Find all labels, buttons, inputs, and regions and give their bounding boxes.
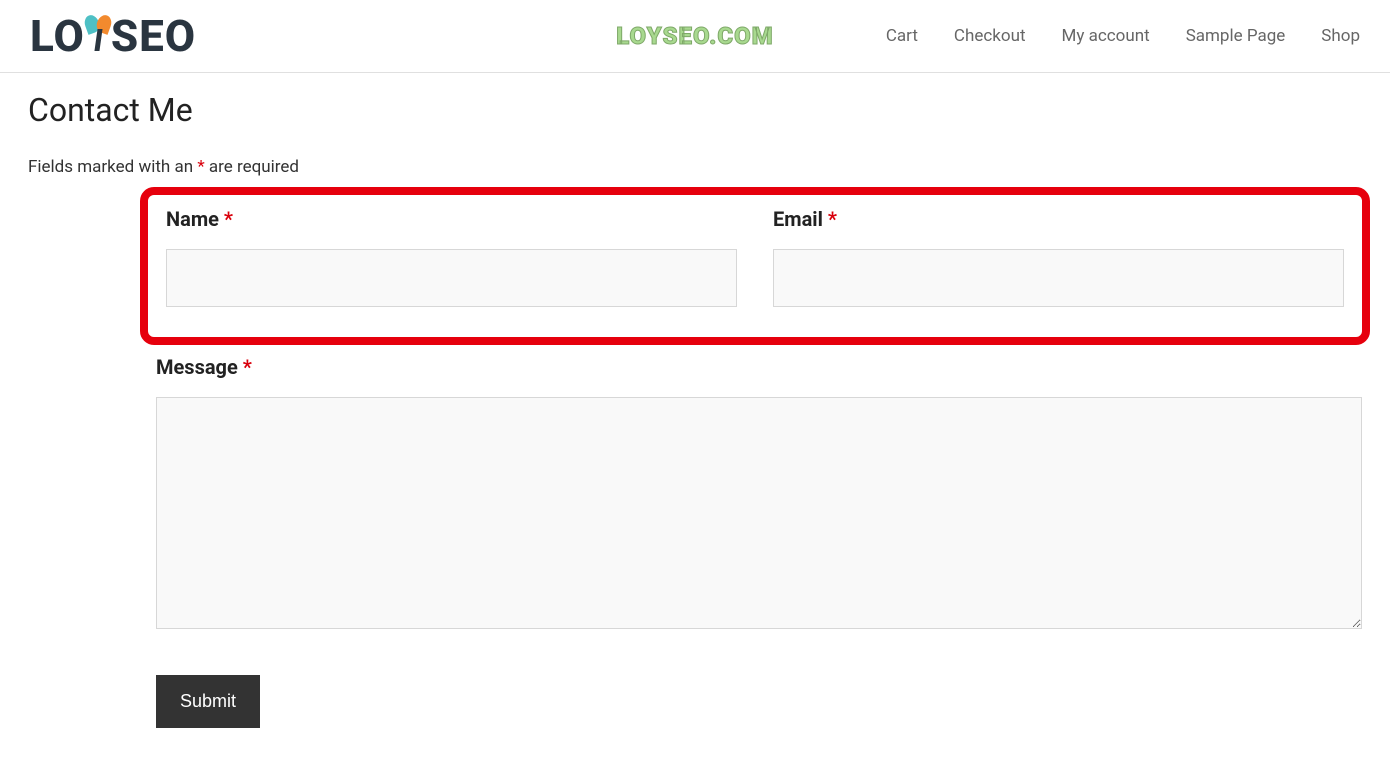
message-label: Message * xyxy=(156,355,1362,379)
name-input[interactable] xyxy=(166,249,737,307)
primary-nav: Cart Checkout My account Sample Page Sho… xyxy=(886,26,1360,46)
site-logo[interactable]: LO SEO xyxy=(30,10,196,62)
nav-checkout[interactable]: Checkout xyxy=(954,26,1026,46)
nav-sample-page[interactable]: Sample Page xyxy=(1186,26,1286,46)
page-content: Contact Me Fields marked with an * are r… xyxy=(0,73,1390,758)
email-input[interactable] xyxy=(773,249,1344,307)
submit-button[interactable]: Submit xyxy=(156,675,260,728)
message-textarea[interactable] xyxy=(156,397,1362,629)
highlight-annotation: Name * Email * xyxy=(140,187,1370,345)
required-fields-note: Fields marked with an * are required xyxy=(28,157,1362,177)
form-group-email: Email * xyxy=(773,207,1344,307)
message-label-text: Message xyxy=(156,355,243,379)
required-icon: * xyxy=(224,207,233,231)
logo-part-seo: SEO xyxy=(111,10,196,62)
contact-form: Name * Email * Message * Submit xyxy=(28,187,1362,728)
logo-y-icon xyxy=(85,17,111,55)
logo-text: LO SEO xyxy=(30,10,196,62)
required-asterisk-icon: * xyxy=(197,157,204,177)
form-group-message: Message * xyxy=(156,355,1362,633)
site-header: LO SEO LOYSEO.COM Cart Checkout My accou… xyxy=(0,0,1390,73)
watermark-text: LOYSEO.COM xyxy=(616,22,773,50)
nav-shop[interactable]: Shop xyxy=(1321,26,1360,46)
required-note-prefix: Fields marked with an xyxy=(28,157,197,177)
logo-part-lo: LO xyxy=(30,10,85,62)
nav-cart[interactable]: Cart xyxy=(886,26,918,46)
page-title: Contact Me xyxy=(28,91,1362,129)
email-label-text: Email xyxy=(773,207,828,231)
required-icon: * xyxy=(243,355,252,379)
required-icon: * xyxy=(828,207,837,231)
form-row-name-email: Name * Email * xyxy=(166,207,1344,307)
email-label: Email * xyxy=(773,207,1344,231)
nav-my-account[interactable]: My account xyxy=(1062,26,1150,46)
required-note-suffix: are required xyxy=(205,157,299,177)
name-label-text: Name xyxy=(166,207,224,231)
name-label: Name * xyxy=(166,207,737,231)
form-group-name: Name * xyxy=(166,207,737,307)
